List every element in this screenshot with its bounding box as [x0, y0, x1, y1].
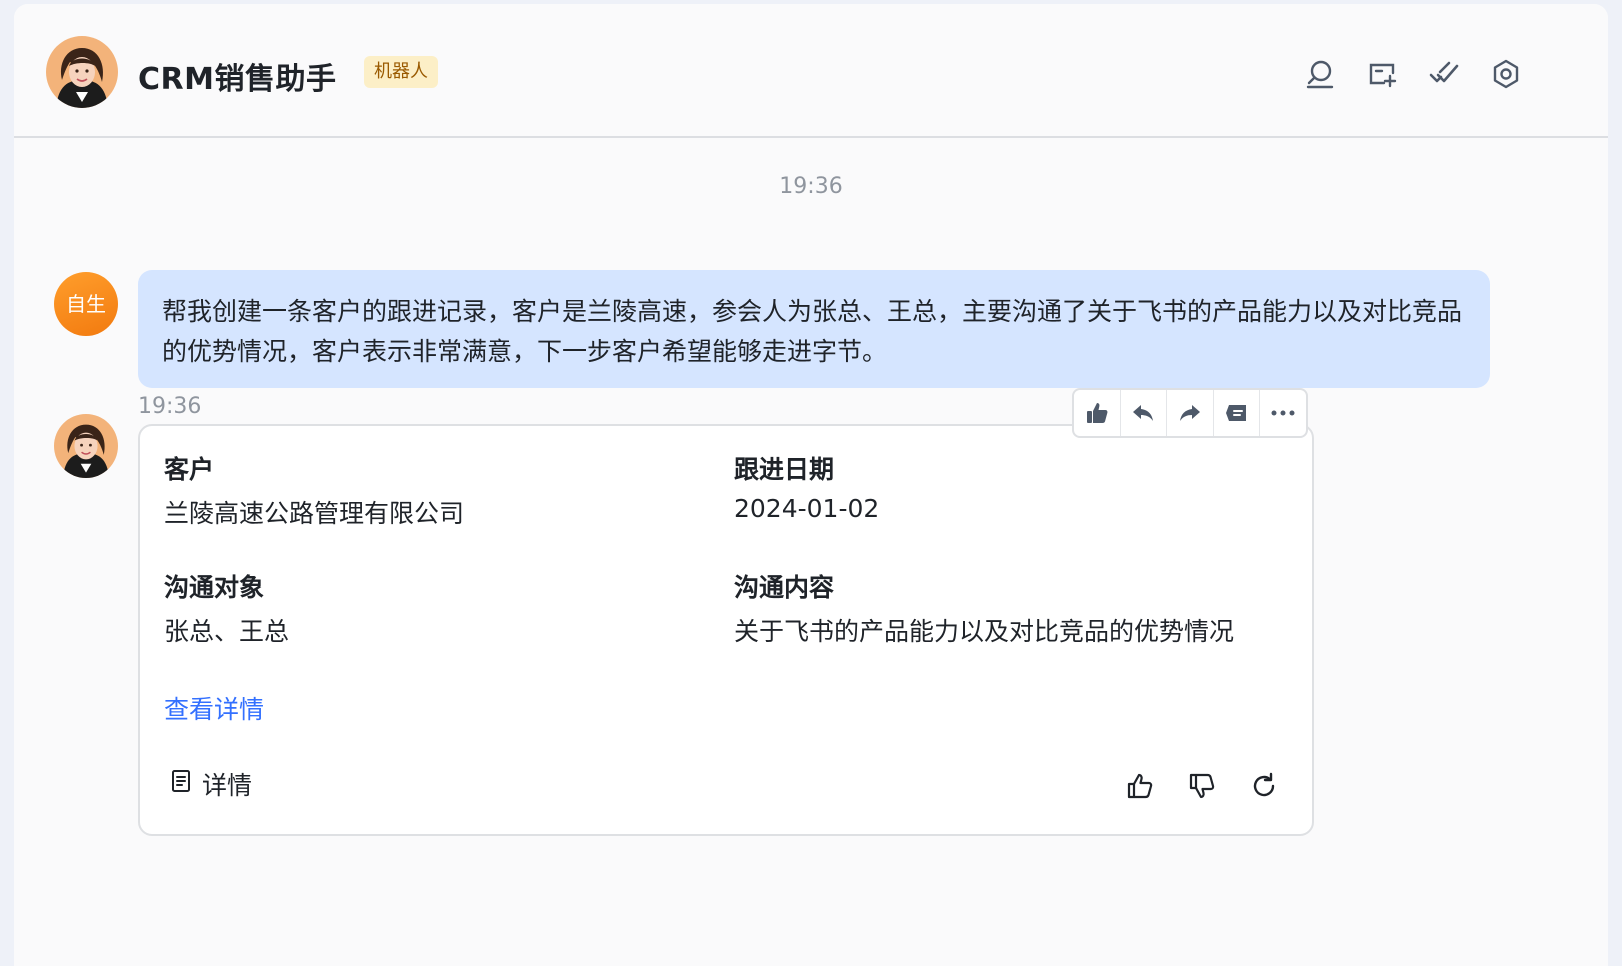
reply-icon[interactable]	[1121, 390, 1168, 436]
view-details-link[interactable]: 查看详情	[164, 690, 264, 726]
thumbs-up-outline-icon[interactable]	[1124, 770, 1156, 802]
check-icon[interactable]	[1426, 56, 1462, 92]
bot-message-time: 19:36	[138, 394, 202, 419]
content-label: 沟通内容	[734, 573, 835, 602]
more-icon[interactable]	[1260, 390, 1306, 436]
message-timestamp: 19:36	[779, 174, 843, 199]
contact-label: 沟通对象	[164, 573, 265, 602]
chat-window: CRM销售助手 机器人 19:36 自生 帮我创建一条客户的跟进记录，客户是兰陵…	[14, 4, 1608, 966]
details-button[interactable]: 详情	[170, 766, 252, 802]
new-window-icon[interactable]	[1364, 56, 1400, 92]
user-avatar[interactable]: 自生	[54, 272, 118, 336]
contact-value: 张总、王总	[164, 617, 290, 646]
forward-icon[interactable]	[1167, 390, 1214, 436]
customer-value: 兰陵高速公路管理有限公司	[164, 499, 465, 528]
thumbs-up-icon[interactable]	[1074, 390, 1121, 436]
follow-date-value: 2024-01-02	[734, 494, 880, 523]
refresh-icon[interactable]	[1248, 770, 1280, 802]
customer-label: 客户	[164, 455, 215, 484]
follow-up-record-card: 客户 兰陵高速公路管理有限公司 跟进日期 2024-01-02 沟通对象 张总、…	[138, 424, 1314, 836]
document-icon	[170, 769, 192, 799]
page-title: CRM销售助手	[138, 62, 337, 97]
settings-icon[interactable]	[1488, 56, 1524, 92]
bot-message-avatar[interactable]	[54, 414, 118, 478]
unread-icon[interactable]	[1214, 390, 1261, 436]
content-value: 关于飞书的产品能力以及对比竞品的优势情况	[734, 617, 1235, 646]
bot-badge: 机器人	[364, 56, 438, 88]
thumbs-down-outline-icon[interactable]	[1186, 770, 1218, 802]
message-action-toolbar	[1072, 388, 1308, 438]
follow-date-label: 跟进日期	[734, 455, 835, 484]
details-button-label: 详情	[202, 771, 253, 800]
user-message-bubble[interactable]: 帮我创建一条客户的跟进记录，客户是兰陵高速，参会人为张总、王总，主要沟通了关于飞…	[138, 270, 1490, 388]
chat-header: CRM销售助手 机器人	[14, 4, 1608, 138]
search-icon[interactable]	[1302, 56, 1338, 92]
bot-avatar[interactable]	[46, 36, 118, 108]
